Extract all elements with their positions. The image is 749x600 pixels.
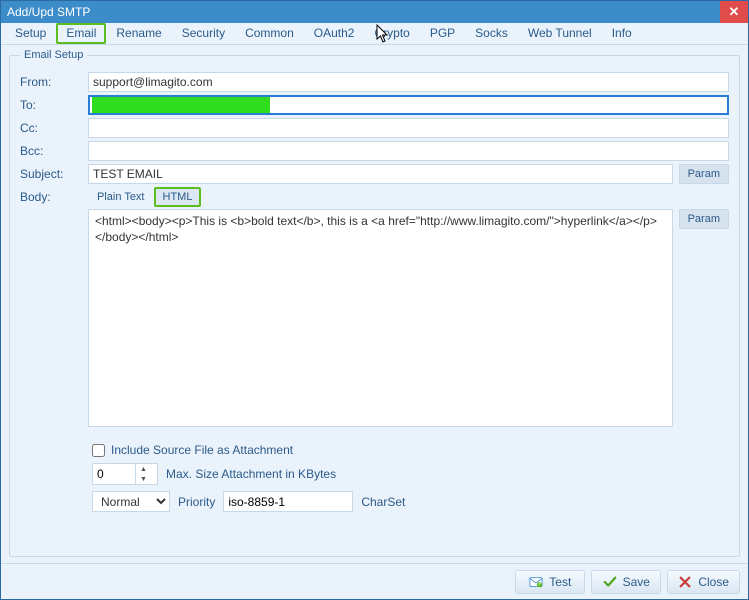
include-attachment-checkbox[interactable] <box>92 444 105 457</box>
tab-common[interactable]: Common <box>235 23 304 44</box>
tab-webtunnel[interactable]: Web Tunnel <box>518 23 602 44</box>
tab-setup[interactable]: Setup <box>5 23 56 44</box>
body-param-button[interactable]: Param <box>679 209 729 229</box>
form-area: Email Setup From: To: Cc: Bcc: <box>1 45 748 563</box>
body-tab-plaintext[interactable]: Plain Text <box>88 187 154 207</box>
save-button-label: Save <box>623 575 650 589</box>
row-bcc: Bcc: <box>20 141 729 161</box>
check-icon <box>603 575 617 589</box>
window-close-button[interactable]: ✕ <box>720 1 748 23</box>
priority-label: Priority <box>178 495 215 509</box>
label-body: Body: <box>20 187 82 204</box>
tab-oauth2[interactable]: OAuth2 <box>304 23 365 44</box>
body-tabstrip: Plain Text HTML <box>88 187 729 207</box>
row-cc: Cc: <box>20 118 729 138</box>
row-include-attachment: Include Source File as Attachment <box>20 443 729 457</box>
close-icon: ✕ <box>729 4 740 20</box>
label-cc: Cc: <box>20 121 82 135</box>
tab-pgp[interactable]: PGP <box>420 23 465 44</box>
body-textarea[interactable]: <html><body><p>This is <b>bold text</b>,… <box>88 209 673 427</box>
x-icon <box>678 575 692 589</box>
close-button-label: Close <box>698 575 729 589</box>
tab-rename[interactable]: Rename <box>106 23 171 44</box>
spin-up-button[interactable]: ▲ <box>136 464 151 474</box>
tab-email[interactable]: Email <box>56 23 106 44</box>
max-size-spinner[interactable]: ▲ ▼ <box>92 463 158 485</box>
spin-down-button[interactable]: ▼ <box>136 474 151 484</box>
dialog-footer: Test Save Close <box>1 563 748 599</box>
max-size-label: Max. Size Attachment in KBytes <box>166 467 336 481</box>
tab-crypto[interactable]: Crypto <box>364 23 419 44</box>
row-subject: Subject: Param <box>20 164 729 184</box>
to-input[interactable] <box>88 95 729 115</box>
body-tab-html[interactable]: HTML <box>154 187 202 207</box>
label-subject: Subject: <box>20 167 82 181</box>
save-button[interactable]: Save <box>591 570 661 594</box>
email-setup-group: Email Setup From: To: Cc: Bcc: <box>9 49 740 557</box>
row-to: To: <box>20 95 729 115</box>
smtp-dialog-window: Add/Upd SMTP ✕ Setup Email Rename Securi… <box>0 0 749 600</box>
label-from: From: <box>20 75 82 89</box>
row-from: From: <box>20 72 729 92</box>
bcc-input[interactable] <box>88 141 729 161</box>
label-to: To: <box>20 98 82 112</box>
subject-param-button[interactable]: Param <box>679 164 729 184</box>
spin-buttons: ▲ ▼ <box>135 464 151 484</box>
test-button[interactable]: Test <box>515 570 585 594</box>
row-max-size: ▲ ▼ Max. Size Attachment in KBytes <box>20 463 729 485</box>
label-bcc: Bcc: <box>20 144 82 158</box>
group-legend: Email Setup <box>20 49 87 61</box>
subject-input[interactable] <box>88 164 673 184</box>
include-attachment-label[interactable]: Include Source File as Attachment <box>111 443 293 457</box>
cc-input[interactable] <box>88 118 729 138</box>
window-title: Add/Upd SMTP <box>7 5 720 19</box>
test-button-label: Test <box>549 575 571 589</box>
tab-socks[interactable]: Socks <box>465 23 518 44</box>
row-body: Body: Plain Text HTML <html><body><p>Thi… <box>20 187 729 427</box>
titlebar: Add/Upd SMTP ✕ <box>1 1 748 23</box>
priority-select[interactable]: Normal <box>92 491 170 512</box>
row-priority-charset: Normal Priority CharSet <box>20 491 729 512</box>
from-input[interactable] <box>88 72 729 92</box>
charset-label: CharSet <box>361 495 405 509</box>
tab-info[interactable]: Info <box>602 23 642 44</box>
max-size-input[interactable] <box>93 464 135 484</box>
main-tabstrip: Setup Email Rename Security Common OAuth… <box>1 23 748 45</box>
charset-input[interactable] <box>223 491 353 512</box>
tab-security[interactable]: Security <box>172 23 235 44</box>
test-icon <box>529 575 543 589</box>
close-button[interactable]: Close <box>667 570 740 594</box>
